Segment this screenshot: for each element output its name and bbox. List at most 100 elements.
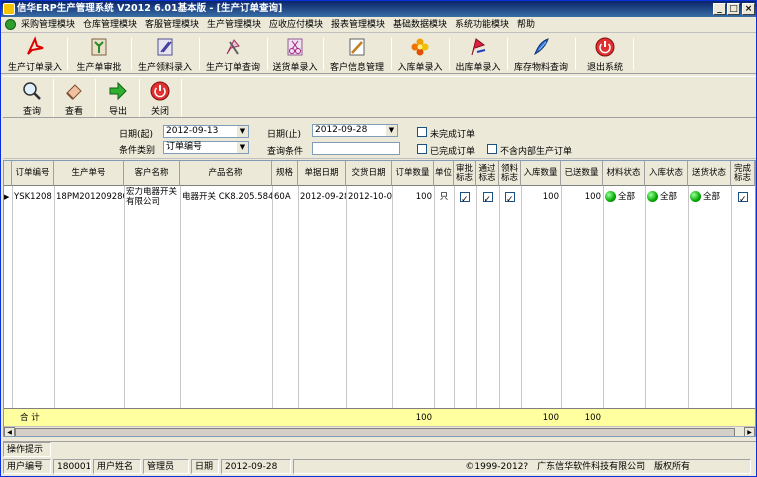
menu-warehouse[interactable]: 仓库管理模块 — [83, 17, 137, 33]
delivery-entry-button[interactable]: 送货单录入 — [271, 36, 319, 73]
menu-reports[interactable]: 报表管理模块 — [331, 17, 385, 33]
customer-info-label: 客户信息管理 — [329, 63, 384, 73]
col-completed[interactable]: 完成标志 — [731, 161, 755, 186]
maximize-button[interactable]: □ — [727, 3, 740, 15]
pen-icon — [534, 38, 549, 56]
passed-checkbox[interactable] — [482, 190, 493, 207]
col-doc-date[interactable]: 单据日期 — [298, 161, 346, 186]
stock-in-button[interactable]: 入库单录入 — [395, 36, 445, 73]
material-entry-label: 生产领料录入 — [137, 63, 192, 73]
date-from-label: 日期(起) — [119, 130, 154, 140]
query-condition-input[interactable] — [312, 142, 400, 155]
exit-system-button[interactable]: 退出系统 — [581, 36, 629, 73]
order-entry-button[interactable]: 生产订单录入 — [7, 36, 63, 73]
menu-production[interactable]: 生产管理模块 — [207, 17, 261, 33]
chevron-down-icon[interactable]: ▼ — [237, 126, 248, 137]
close-query-button[interactable]: 关闭 — [143, 79, 177, 117]
toolbar-divider — [181, 79, 182, 117]
menu-basic-data[interactable]: 基础数据模块 — [393, 17, 447, 33]
app-logo-icon — [3, 3, 15, 15]
material-entry-button[interactable]: 生产领料录入 — [135, 36, 195, 73]
row-pointer-icon: ▶ — [4, 193, 10, 201]
category-select[interactable]: 订单编号 ▼ — [163, 141, 249, 154]
scroll-thumb[interactable] — [15, 428, 735, 436]
col-picked[interactable]: 领料标志 — [499, 161, 521, 186]
col-customer[interactable]: 客户名称 — [124, 161, 180, 186]
col-unit[interactable]: 单位 — [434, 161, 454, 186]
scroll-left-icon[interactable]: ◀ — [4, 427, 15, 436]
date-from-value: 2012-09-13 — [166, 126, 219, 136]
order-query-button[interactable]: 生产订单查询 — [203, 36, 263, 73]
view-button[interactable]: 查看 — [57, 79, 91, 117]
exclude-internal-checkbox[interactable] — [487, 144, 497, 154]
approved-checkbox[interactable] — [460, 190, 470, 207]
company-text: 广东信华软件科技有限公司 — [537, 462, 646, 472]
toolbar-divider — [95, 79, 96, 117]
menu-receivables[interactable]: 应收应付模块 — [269, 17, 323, 33]
total-sent-qty: 100 — [584, 413, 601, 423]
col-in-qty[interactable]: 入库数量 — [521, 161, 561, 186]
cell-order-no: YSK1208 — [14, 192, 52, 202]
col-approved[interactable]: 审批标志 — [454, 161, 476, 186]
tools-icon — [226, 39, 240, 55]
close-window-button[interactable]: × — [742, 3, 755, 15]
col-qty[interactable]: 订单数量 — [392, 161, 434, 186]
exit-system-label: 退出系统 — [586, 63, 623, 73]
status-green-icon — [647, 191, 658, 202]
chevron-down-icon[interactable]: ▼ — [237, 142, 248, 153]
table-row[interactable]: ▶ YSK1208 18PM20120928001 宏力电器开关有限公司 电器开… — [4, 187, 755, 207]
view-label: 查看 — [64, 107, 83, 117]
approval-button[interactable]: 生产单审批 — [71, 36, 127, 73]
col-sent-qty[interactable]: 已送数量 — [561, 161, 603, 186]
menu-purchase[interactable]: 采购管理模块 — [21, 17, 75, 33]
date-to-picker[interactable]: 2012-09-28 ▼ — [312, 124, 398, 137]
order-query-label: 生产订单查询 — [205, 63, 260, 73]
menu-customer-service[interactable]: 客服管理模块 — [145, 17, 199, 33]
col-prod-no[interactable]: 生产单号 — [54, 161, 124, 186]
export-button[interactable]: 导出 — [101, 79, 135, 117]
picked-checkbox[interactable] — [505, 190, 515, 207]
query-button[interactable]: 查询 — [15, 79, 49, 117]
chevron-down-icon[interactable]: ▼ — [386, 125, 397, 136]
col-spec[interactable]: 规格 — [272, 161, 298, 186]
menu-bar: 采购管理模块 仓库管理模块 客服管理模块 生产管理模块 应收应付模块 报表管理模… — [1, 17, 756, 33]
inventory-query-button[interactable]: 库存物料查询 — [511, 36, 571, 73]
order-grid[interactable]: 订单编号 生产单号 客户名称 产品名称 规格 单据日期 交货日期 订单数量 单位… — [3, 160, 756, 437]
menu-system[interactable]: 系统功能模块 — [455, 17, 509, 33]
menu-help[interactable]: 帮助 — [517, 17, 535, 33]
cell-product: 电器开关 CK8.205.584 — [182, 192, 272, 202]
minimize-button[interactable]: _ — [713, 3, 726, 15]
column-divider — [272, 186, 273, 408]
pdf-icon — [27, 36, 44, 55]
date-label: 日期 — [191, 459, 219, 474]
col-order-no[interactable]: 订单编号 — [12, 161, 54, 186]
col-delivery-status[interactable]: 送货状态 — [688, 161, 731, 186]
finished-checkbox[interactable] — [417, 144, 427, 154]
title-bar: 信华ERP生产管理系统 V2012 6.01基本版 - [生产订单查询] _ □… — [1, 1, 756, 17]
date-from-picker[interactable]: 2012-09-13 ▼ — [163, 125, 249, 138]
copyright-text: ©1999-2012? — [465, 462, 529, 472]
material-status-text: 全部 — [618, 192, 636, 202]
cell-approved — [454, 187, 476, 207]
unfinished-checkbox[interactable] — [417, 127, 427, 137]
toolbar-divider — [575, 38, 576, 70]
col-passed[interactable]: 通过标志 — [476, 161, 499, 186]
date-to-label: 日期(止) — [267, 130, 302, 140]
horizontal-scrollbar[interactable]: ◀ ▶ — [4, 426, 755, 436]
toolbar-divider — [507, 38, 508, 70]
main-toolbar: 生产订单录入 生产单审批 生产领料录入 生产订单查询 送货单录入 客户信息管理 — [1, 34, 756, 74]
column-divider — [731, 186, 732, 408]
scroll-right-icon[interactable]: ▶ — [744, 427, 755, 436]
col-material-status[interactable]: 材料状态 — [603, 161, 645, 186]
col-stock-status[interactable]: 入库状态 — [645, 161, 688, 186]
cell-passed — [476, 187, 499, 207]
completed-checkbox[interactable] — [738, 190, 748, 207]
column-divider — [346, 186, 347, 408]
col-product[interactable]: 产品名称 — [180, 161, 272, 186]
total-in-qty: 100 — [542, 413, 559, 423]
stock-out-button[interactable]: 出库单录入 — [453, 36, 503, 73]
col-delivery-date[interactable]: 交货日期 — [346, 161, 392, 186]
customer-info-button[interactable]: 客户信息管理 — [327, 36, 387, 73]
arrow-right-icon — [109, 81, 127, 101]
toolbar-divider — [391, 38, 392, 70]
